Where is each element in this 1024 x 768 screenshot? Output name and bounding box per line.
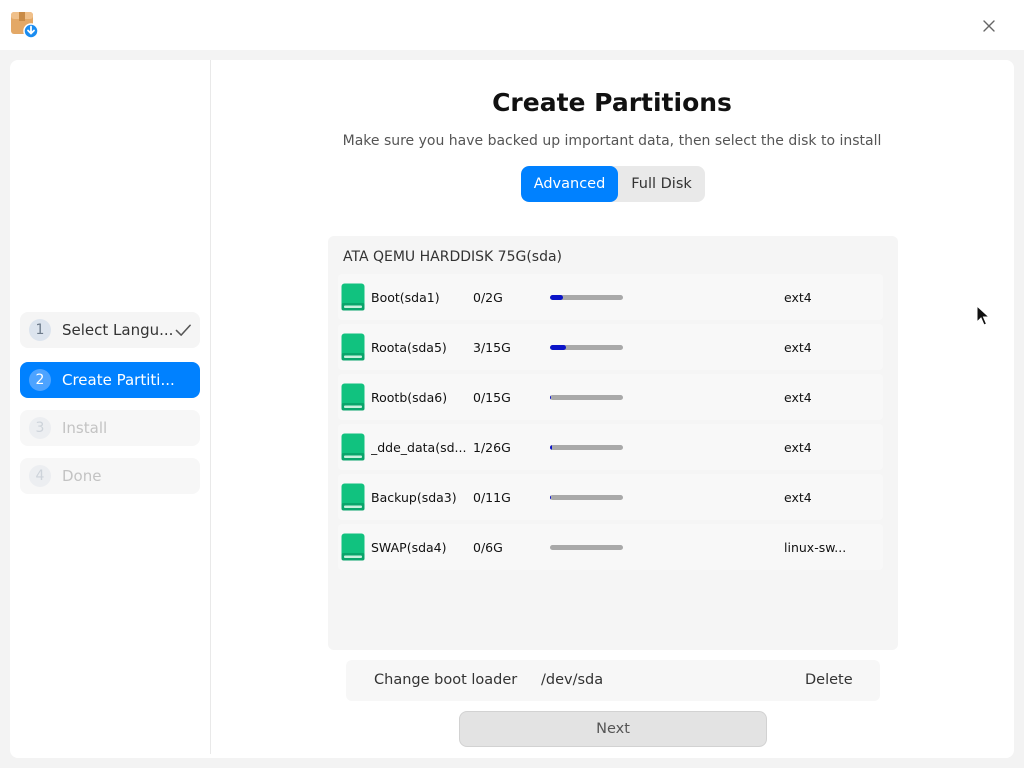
tab-advanced[interactable]: Advanced <box>521 166 618 202</box>
partition-usage: 0/15G <box>473 390 511 405</box>
partition-filesystem: ext4 <box>784 340 812 355</box>
partition-row[interactable]: _dde_data(sd... 1/26G ext4 <box>338 424 883 470</box>
partition-name: Roota(sda5) <box>371 340 447 355</box>
partition-filesystem: ext4 <box>784 440 812 455</box>
partition-usage-fill <box>550 495 552 500</box>
partition-usage-bar <box>550 395 623 400</box>
partition-name: Backup(sda3) <box>371 490 457 505</box>
partition-usage-bar <box>550 545 623 550</box>
disk-partition-icon <box>341 383 365 411</box>
partition-filesystem: ext4 <box>784 490 812 505</box>
partition-filesystem: ext4 <box>784 390 812 405</box>
step-label: Create Partiti... <box>62 371 175 389</box>
disk-partition-icon <box>341 533 365 561</box>
installer-package-icon <box>11 12 38 39</box>
partition-name: SWAP(sda4) <box>371 540 447 555</box>
disk-partition-icon <box>341 333 365 361</box>
step-label: Done <box>62 467 102 485</box>
partition-name: Rootb(sda6) <box>371 390 448 405</box>
partition-usage-fill <box>550 395 552 400</box>
step-select-language[interactable]: 1 Select Langu... <box>20 312 200 348</box>
partition-row[interactable]: Roota(sda5) 3/15G ext4 <box>338 324 883 370</box>
close-icon[interactable] <box>976 13 1002 39</box>
partition-usage-fill <box>550 445 553 450</box>
partition-usage-bar <box>550 445 623 450</box>
step-label: Select Langu... <box>62 321 174 339</box>
next-button[interactable]: Next <box>459 711 767 747</box>
page-subtitle: Make sure you have backed up important d… <box>342 133 882 149</box>
steps-sidebar: 1 Select Langu... 2 Create Partiti... 3 … <box>10 60 211 754</box>
partition-usage-bar <box>550 295 623 300</box>
title-bar <box>0 0 1024 50</box>
step-done: 4 Done <box>20 458 200 494</box>
partition-row[interactable]: Backup(sda3) 0/11G ext4 <box>338 474 883 520</box>
change-boot-loader-button[interactable]: Change boot loader <box>374 672 517 688</box>
step-label: Install <box>62 419 108 437</box>
partition-filesystem: ext4 <box>784 290 812 305</box>
disk-panel: ATA QEMU HARDDISK 75G(sda) Boot(sda1) 0/2… <box>328 236 898 650</box>
partition-usage: 0/2G <box>473 290 503 305</box>
partition-usage-bar <box>550 345 623 350</box>
partition-usage: 0/6G <box>473 540 503 555</box>
mouse-cursor-icon <box>976 305 990 326</box>
partition-mode-switch: Advanced Full Disk <box>521 166 705 202</box>
disk-name: ATA QEMU HARDDISK 75G(sda) <box>343 249 563 265</box>
partition-usage-fill <box>550 295 564 300</box>
step-install: 3 Install <box>20 410 200 446</box>
disk-partition-icon <box>341 283 365 311</box>
partition-row[interactable]: SWAP(sda4) 0/6G linux-sw... <box>338 524 883 570</box>
boot-device-selector[interactable]: /dev/sda <box>541 672 603 688</box>
disk-partition-icon <box>341 483 365 511</box>
partition-usage: 3/15G <box>473 340 511 355</box>
partition-row[interactable]: Rootb(sda6) 0/15G ext4 <box>338 374 883 420</box>
delete-button[interactable]: Delete <box>805 672 853 688</box>
tab-full-disk[interactable]: Full Disk <box>618 166 705 202</box>
partition-usage: 0/11G <box>473 490 511 505</box>
partition-name: Boot(sda1) <box>371 290 440 305</box>
partition-usage-fill <box>550 345 567 350</box>
step-create-partitions[interactable]: 2 Create Partiti... <box>20 362 200 398</box>
step-number: 2 <box>29 369 51 391</box>
partition-filesystem: linux-sw... <box>784 540 847 555</box>
partition-actions-bar: Change boot loader /dev/sda Delete <box>346 660 880 701</box>
step-number: 4 <box>29 465 51 487</box>
page-title: Create Partitions <box>492 88 732 117</box>
disk-partition-icon <box>341 433 365 461</box>
step-number: 1 <box>29 319 51 341</box>
partition-name: _dde_data(sd... <box>371 440 467 455</box>
partition-row[interactable]: Boot(sda1) 0/2G ext4 <box>338 274 883 320</box>
step-number: 3 <box>29 417 51 439</box>
partition-usage-bar <box>550 495 623 500</box>
partition-usage: 1/26G <box>473 440 511 455</box>
main-panel: 1 Select Langu... 2 Create Partiti... 3 … <box>10 60 1014 758</box>
checkmark-icon <box>176 324 192 336</box>
